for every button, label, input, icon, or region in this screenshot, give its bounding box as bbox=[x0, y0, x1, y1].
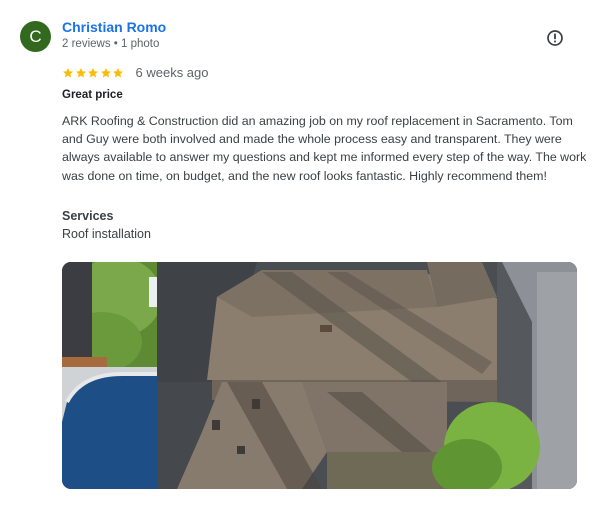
review-time: 6 weeks ago bbox=[135, 65, 209, 80]
services-label: Services bbox=[62, 209, 114, 223]
star-icon bbox=[63, 67, 73, 77]
rating-row: 6 weeks ago bbox=[62, 65, 209, 80]
reviewer-name[interactable]: Christian Romo bbox=[62, 19, 166, 35]
star-icon bbox=[75, 67, 86, 77]
review-body: ARK Roofing & Construction did an amazin… bbox=[62, 114, 587, 183]
star-rating bbox=[62, 67, 125, 79]
services-value: Roof installation bbox=[62, 227, 151, 241]
report-flag-icon[interactable] bbox=[545, 28, 565, 48]
review-headline: Great price bbox=[62, 89, 123, 101]
star-icon bbox=[100, 67, 111, 77]
review-photo[interactable] bbox=[62, 262, 577, 489]
avatar[interactable]: C bbox=[20, 21, 51, 52]
star-icon bbox=[88, 67, 98, 77]
reviewer-meta: 2 reviews • 1 photo bbox=[62, 38, 160, 50]
star-icon bbox=[113, 67, 123, 77]
